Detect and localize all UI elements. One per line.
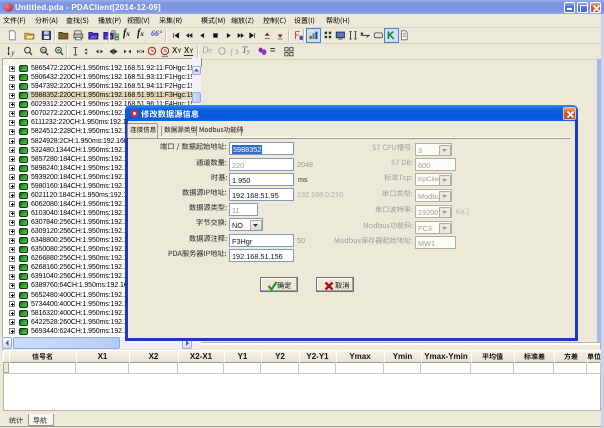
svg-text:∫: ∫	[230, 47, 234, 56]
svg-text:Q: Q	[42, 48, 46, 54]
svg-text:y: y	[10, 48, 15, 57]
